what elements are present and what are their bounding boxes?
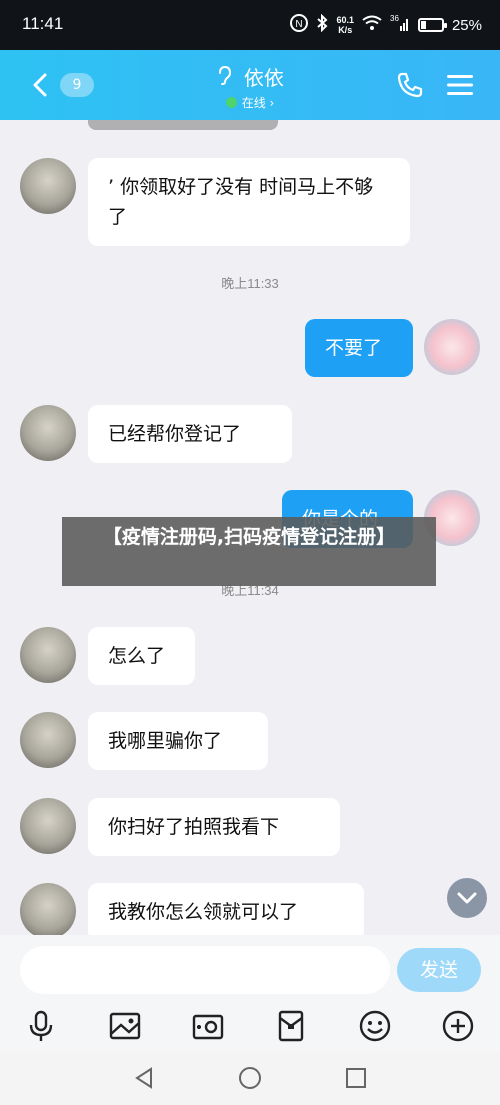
back-button[interactable]	[26, 70, 56, 100]
overlay-title-banner: 【疫情注册码,扫码疫情登记注册】	[62, 517, 436, 586]
battery-icon	[417, 18, 447, 32]
chevron-left-icon	[33, 73, 47, 97]
image-icon	[109, 1012, 141, 1040]
composer: 发送	[0, 935, 500, 1005]
message-bubble-incoming[interactable]: ’ 你领取好了没有 时间马上不够了	[88, 158, 410, 246]
contact-status: 在线 ›	[150, 94, 350, 111]
battery-percent: 25%	[451, 16, 482, 34]
nfc-icon: N	[290, 14, 309, 36]
contact-info[interactable]: 依依 在线 ›	[150, 62, 350, 111]
contact-avatar[interactable]	[20, 712, 76, 768]
my-avatar[interactable]	[424, 319, 480, 375]
network-speed: 60.1 K/s	[336, 15, 354, 35]
message-bubble-incoming[interactable]: 我哪里骗你了	[88, 712, 268, 770]
wifi-icon	[362, 15, 382, 35]
more-menu-button[interactable]	[444, 70, 476, 100]
system-home-button[interactable]	[237, 1065, 263, 1091]
message-timestamp: 晚上11:33	[221, 276, 279, 291]
signal-label: 36	[390, 14, 399, 23]
message-bubble-outgoing[interactable]: 不要了	[305, 319, 413, 377]
status-bar: 11:41 N 60.1 K/s 36 25%	[0, 0, 500, 50]
camera-icon	[192, 1014, 224, 1040]
contact-name-row: 依依	[150, 62, 350, 91]
hamburger-menu-icon	[447, 75, 473, 95]
previous-message-bubble	[88, 120, 278, 130]
system-back-button[interactable]	[131, 1065, 157, 1091]
message-bubble-incoming[interactable]: 怎么了	[88, 627, 195, 685]
chat-header: 9 依依 在线 ›	[0, 50, 500, 120]
message-input[interactable]	[20, 946, 390, 994]
contact-avatar[interactable]	[20, 883, 76, 935]
more-actions-button[interactable]	[440, 1008, 476, 1044]
back-icon	[135, 1067, 152, 1089]
status-time: 11:41	[22, 14, 64, 33]
emoji-button[interactable]	[357, 1008, 393, 1044]
network-speed-value: 60.1	[336, 15, 354, 25]
unread-count-badge[interactable]: 9	[60, 73, 94, 97]
message-bubble-incoming[interactable]: 你扫好了拍照我看下	[88, 798, 340, 856]
phone-icon	[397, 72, 423, 98]
system-recents-button[interactable]	[343, 1065, 369, 1091]
message-bubble-incoming[interactable]: 已经帮你登记了	[88, 405, 292, 463]
composer-toolbar	[0, 1005, 500, 1051]
voice-call-button[interactable]	[395, 70, 425, 100]
red-packet-icon	[278, 1010, 304, 1042]
chevron-down-icon	[457, 892, 477, 904]
send-button[interactable]: 发送	[397, 948, 481, 992]
image-picker-button[interactable]	[107, 1008, 143, 1044]
ear-icon	[216, 65, 238, 90]
home-icon	[239, 1067, 261, 1089]
emoji-icon	[359, 1010, 391, 1042]
status-indicators: N 60.1 K/s 36 25%	[290, 12, 482, 38]
network-speed-unit: K/s	[338, 25, 353, 35]
contact-status-text: 在线 ›	[241, 96, 275, 110]
microphone-icon	[29, 1010, 53, 1041]
online-status-icon	[225, 97, 237, 108]
contact-avatar[interactable]	[20, 798, 76, 854]
message-bubble-incoming[interactable]: 我教你怎么领就可以了	[88, 883, 364, 935]
voice-input-button[interactable]	[23, 1008, 59, 1044]
contact-name: 依依	[243, 66, 284, 90]
recents-icon	[346, 1068, 366, 1088]
battery-fill	[420, 21, 426, 29]
camera-button[interactable]	[190, 1008, 226, 1044]
plus-icon	[442, 1010, 474, 1042]
system-navigation-bar	[0, 1051, 500, 1105]
cell-signal-icon: 36	[390, 14, 410, 36]
svg-text:N: N	[296, 19, 303, 30]
red-packet-button[interactable]	[273, 1008, 309, 1044]
contact-avatar[interactable]	[20, 158, 76, 214]
bluetooth-icon	[316, 13, 328, 36]
contact-avatar[interactable]	[20, 627, 76, 683]
contact-avatar[interactable]	[20, 405, 76, 461]
scroll-to-bottom-button[interactable]	[447, 878, 487, 918]
